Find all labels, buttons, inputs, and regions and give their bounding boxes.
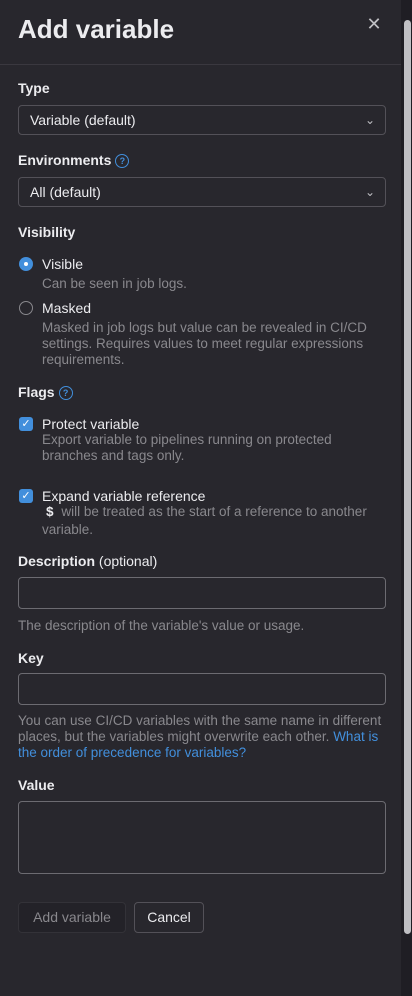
value-textarea[interactable]	[18, 801, 386, 874]
visibility-label: Visibility	[18, 224, 76, 240]
description-label: Description (optional)	[18, 553, 157, 569]
key-help-text: You can use CI/CD variables with the sam…	[18, 713, 382, 744]
type-select[interactable]: Variable (default) ⌄	[18, 105, 386, 135]
flags-label: Flags?	[18, 384, 73, 401]
visibility-visible-radio[interactable]	[19, 257, 33, 271]
protect-variable-label[interactable]: Protect variable	[42, 416, 139, 432]
scrollbar-thumb[interactable]	[404, 20, 411, 934]
description-optional-text: (optional)	[95, 553, 158, 569]
expand-variable-checkbox[interactable]: ✓	[19, 489, 33, 503]
add-variable-drawer: Add variable ✕ Type Variable (default) ⌄…	[0, 0, 401, 996]
protect-variable-description: Export variable to pipelines running on …	[42, 432, 332, 463]
dollar-code: $	[45, 506, 54, 521]
value-label: Value	[18, 777, 55, 793]
question-circle-icon[interactable]: ?	[58, 386, 73, 401]
environments-select[interactable]: All (default) ⌄	[18, 177, 386, 207]
cancel-button[interactable]: Cancel	[134, 902, 204, 933]
description-help: The description of the variable's value …	[18, 618, 305, 633]
visibility-masked-description: Masked in job logs but value can be reve…	[42, 320, 367, 367]
protect-variable-checkbox[interactable]: ✓	[19, 417, 33, 431]
visibility-masked-label[interactable]: Masked	[42, 300, 91, 316]
visibility-visible-description: Can be seen in job logs.	[42, 276, 187, 291]
chevron-down-icon: ⌄	[364, 185, 375, 199]
expand-variable-description-text: will be treated as the start of a refere…	[42, 504, 367, 537]
description-label-text: Description	[18, 553, 96, 569]
question-circle-icon[interactable]: ?	[115, 154, 130, 169]
drawer-title: Add variable	[18, 14, 175, 44]
description-input[interactable]	[18, 577, 386, 609]
visibility-masked-radio[interactable]	[19, 301, 33, 315]
environments-label-text: Environments	[18, 152, 112, 168]
type-select-value: Variable (default)	[30, 112, 136, 128]
drawer-header: Add variable ✕	[0, 0, 401, 65]
key-help: You can use CI/CD variables with the sam…	[18, 713, 383, 761]
expand-variable-description: $ will be treated as the start of a refe…	[42, 504, 382, 538]
type-label: Type	[18, 80, 50, 96]
expand-variable-label[interactable]: Expand variable reference	[42, 488, 205, 504]
environments-label: Environments?	[18, 152, 130, 169]
chevron-down-icon: ⌄	[364, 113, 375, 127]
key-label: Key	[18, 650, 44, 666]
key-input[interactable]	[18, 673, 386, 705]
flags-label-text: Flags	[18, 384, 55, 400]
close-icon[interactable]: ✕	[364, 14, 384, 34]
environments-select-value: All (default)	[30, 184, 101, 200]
visibility-visible-label[interactable]: Visible	[42, 256, 83, 272]
add-variable-button[interactable]: Add variable	[18, 902, 126, 933]
